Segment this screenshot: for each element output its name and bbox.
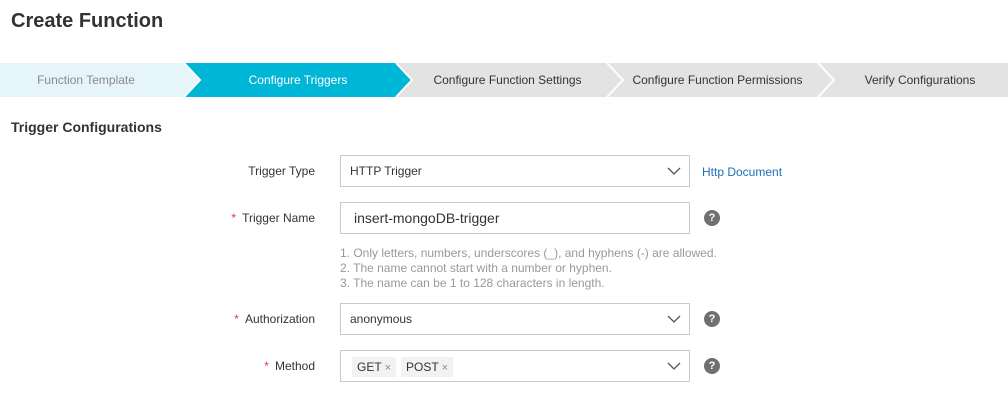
chevron-down-icon (667, 315, 681, 323)
section-title: Trigger Configurations (11, 119, 162, 135)
help-icon[interactable]: ? (704, 311, 720, 327)
method-multiselect[interactable]: GET × POST × (340, 350, 690, 382)
http-document-link[interactable]: Http Document (702, 163, 782, 181)
close-icon[interactable]: × (385, 362, 391, 374)
trigger-name-input[interactable]: insert-mongoDB-trigger (340, 202, 690, 234)
wizard-stepper: Function Template Configure Triggers Con… (0, 63, 1008, 97)
page-title: Create Function (11, 10, 164, 32)
method-tag-post[interactable]: POST × (401, 357, 454, 377)
trigger-name-value: insert-mongoDB-trigger (354, 210, 500, 226)
close-icon[interactable]: × (442, 362, 448, 374)
authorization-value: anonymous (350, 312, 413, 326)
required-mark: * (234, 312, 239, 326)
step-configure-triggers[interactable]: Configure Triggers (200, 63, 396, 97)
hint-line: 3. The name can be 1 to 128 characters i… (340, 276, 605, 290)
step-function-template[interactable]: Function Template (0, 63, 172, 97)
authorization-label: * Authorization (234, 312, 315, 326)
hint-line: 2. The name cannot start with a number o… (340, 261, 612, 275)
step-configure-function-permissions[interactable]: Configure Function Permissions (620, 63, 815, 97)
chevron-down-icon (667, 167, 681, 175)
chevron-down-icon (667, 362, 681, 370)
hint-line: 1. Only letters, numbers, underscores (_… (340, 246, 717, 260)
step-verify-configurations[interactable]: Verify Configurations (832, 63, 1008, 97)
authorization-select[interactable]: anonymous (340, 303, 690, 335)
help-icon[interactable]: ? (704, 210, 720, 226)
trigger-type-value: HTTP Trigger (350, 164, 422, 178)
trigger-name-label: * Trigger Name (231, 211, 315, 225)
help-icon[interactable]: ? (704, 358, 720, 374)
method-tag-get[interactable]: GET × (352, 357, 397, 377)
trigger-name-hints: 1. Only letters, numbers, underscores (_… (340, 246, 717, 291)
trigger-type-label: Trigger Type (248, 164, 315, 178)
step-configure-function-settings[interactable]: Configure Function Settings (410, 63, 605, 97)
required-mark: * (264, 359, 269, 373)
required-mark: * (231, 211, 237, 225)
trigger-type-select[interactable]: HTTP Trigger (340, 155, 690, 187)
method-label: * Method (264, 359, 315, 373)
